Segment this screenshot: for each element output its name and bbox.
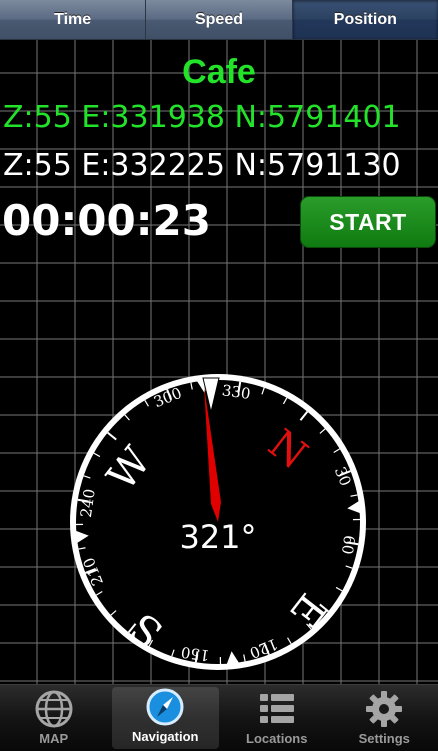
tab-navigation-label: Navigation [132, 729, 198, 744]
start-button[interactable]: START [300, 196, 436, 248]
compass-icon [145, 687, 185, 727]
tab-map-label: MAP [39, 731, 68, 746]
target-coordinates: Z:55 E:331938 N:5791401 [3, 100, 401, 135]
tab-bar: MAP Navigation Locations [0, 684, 438, 751]
compass-dial: 300 330 30 60 120 150 210 240 N E S W 32… [68, 372, 368, 672]
list-icon [257, 689, 297, 729]
tab-locations-label: Locations [246, 731, 307, 746]
globe-icon [34, 689, 74, 729]
segmented-control: Time Speed Position [0, 0, 438, 40]
tab-map[interactable]: MAP [0, 685, 108, 751]
tab-settings[interactable]: Settings [331, 685, 438, 751]
gear-icon [364, 689, 404, 729]
tick-label-60: 60 [338, 534, 358, 555]
current-coordinates: Z:55 E:332225 N:5791130 [3, 148, 401, 183]
segment-time[interactable]: Time [0, 0, 146, 39]
tab-navigation[interactable]: Navigation [112, 687, 220, 749]
heading-readout: 321° [179, 518, 256, 556]
segment-speed[interactable]: Speed [146, 0, 292, 39]
elapsed-timer: 00:00:23 [2, 196, 211, 245]
tab-locations[interactable]: Locations [223, 685, 331, 751]
tab-settings-label: Settings [359, 731, 410, 746]
destination-title: Cafe [0, 53, 438, 92]
segment-position[interactable]: Position [293, 0, 438, 39]
